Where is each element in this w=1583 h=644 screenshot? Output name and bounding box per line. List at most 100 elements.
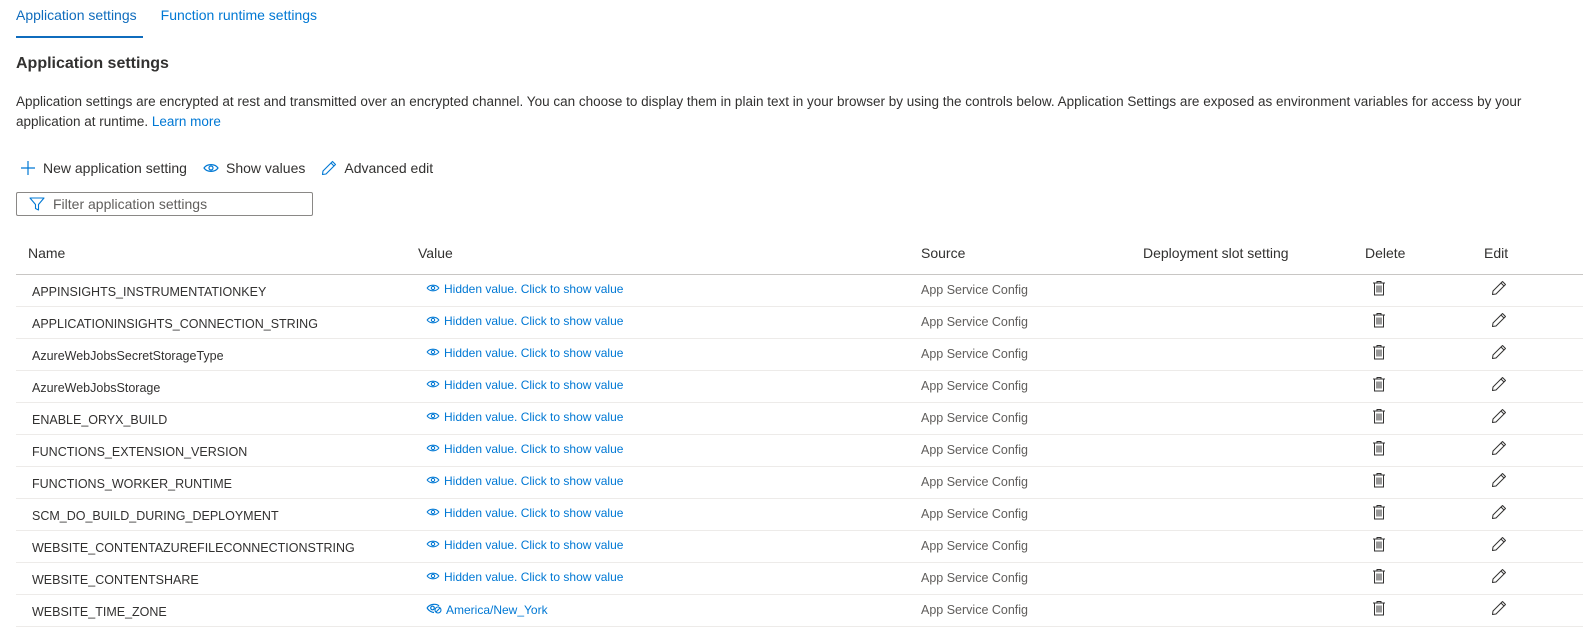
delete-button[interactable]: [1372, 376, 1386, 395]
setting-name: AzureWebJobsSecretStorageType: [32, 349, 224, 363]
setting-value-link[interactable]: Hidden value. Click to show value: [426, 474, 623, 488]
trash-icon: [1373, 441, 1385, 456]
setting-name: FUNCTIONS_EXTENSION_VERSION: [32, 445, 248, 459]
setting-source: App Service Config: [921, 475, 1029, 489]
section-title: Application settings: [16, 55, 169, 72]
setting-name: AzureWebJobsStorage: [32, 381, 161, 395]
pencil-icon: [1492, 281, 1506, 295]
setting-source: App Service Config: [921, 411, 1029, 425]
tab-function-runtime-settings[interactable]: Function runtime settings: [161, 0, 317, 37]
trash-icon: [1373, 409, 1385, 424]
table-row: APPINSIGHTS_INSTRUMENTATIONKEY Hidden va…: [16, 275, 1583, 307]
delete-button[interactable]: [1372, 536, 1386, 555]
edit-button[interactable]: [1491, 440, 1507, 459]
edit-button[interactable]: [1491, 280, 1507, 299]
edit-button[interactable]: [1491, 504, 1507, 523]
pencil-icon: [1492, 601, 1506, 615]
table-row: AzureWebJobsStorage Hidden value. Click …: [16, 371, 1583, 403]
table-row: SCM_DO_BUILD_DURING_DEPLOYMENT Hidden va…: [16, 499, 1583, 531]
eye-icon: [203, 164, 219, 172]
setting-value-link[interactable]: Hidden value. Click to show value: [426, 442, 623, 456]
setting-source: App Service Config: [921, 571, 1029, 585]
edit-button[interactable]: [1491, 600, 1507, 619]
setting-source: App Service Config: [921, 443, 1029, 457]
show-values-button[interactable]: Show values: [203, 160, 305, 176]
setting-value-link[interactable]: Hidden value. Click to show value: [426, 410, 623, 424]
table-header: Name Value Source Deployment slot settin…: [16, 236, 1583, 275]
edit-button[interactable]: [1491, 344, 1507, 363]
setting-value-link[interactable]: Hidden value. Click to show value: [426, 506, 623, 520]
delete-button[interactable]: [1372, 344, 1386, 363]
setting-value-link[interactable]: Hidden value. Click to show value: [426, 538, 623, 552]
setting-value-link[interactable]: Hidden value. Click to show value: [426, 282, 623, 296]
setting-name: APPINSIGHTS_INSTRUMENTATIONKEY: [32, 285, 267, 299]
setting-name: APPLICATIONINSIGHTS_CONNECTION_STRING: [32, 317, 318, 331]
edit-button[interactable]: [1491, 536, 1507, 555]
show-values-label: Show values: [225, 160, 306, 176]
edit-button[interactable]: [1491, 312, 1507, 331]
setting-value-text: Hidden value. Click to show value: [444, 378, 624, 392]
delete-button[interactable]: [1372, 312, 1386, 331]
setting-name: ENABLE_ORYX_BUILD: [32, 413, 168, 427]
eye-icon: [426, 474, 444, 488]
setting-source: App Service Config: [921, 347, 1029, 361]
setting-name: FUNCTIONS_WORKER_RUNTIME: [32, 477, 233, 491]
trash-icon: [1373, 313, 1385, 328]
trash-icon: [1373, 377, 1385, 392]
description-text: Application settings are encrypted at re…: [16, 94, 1522, 129]
new-application-setting-label: New application setting: [43, 160, 187, 176]
table-row: WEBSITE_TIME_ZONE America/New_York App S…: [16, 595, 1583, 627]
eye-icon: [426, 570, 444, 584]
header-deployment-slot-setting[interactable]: Deployment slot setting: [1143, 245, 1289, 261]
filter-input[interactable]: [53, 196, 293, 212]
advanced-edit-label: Advanced edit: [344, 160, 434, 176]
setting-name: SCM_DO_BUILD_DURING_DEPLOYMENT: [32, 509, 279, 523]
delete-button[interactable]: [1372, 280, 1386, 299]
header-value[interactable]: Value: [418, 245, 453, 261]
advanced-edit-button[interactable]: Advanced edit: [321, 160, 433, 176]
table-row: FUNCTIONS_WORKER_RUNTIME Hidden value. C…: [16, 467, 1583, 499]
setting-value-link[interactable]: Hidden value. Click to show value: [426, 570, 623, 584]
pencil-icon: [1492, 313, 1506, 327]
setting-source: App Service Config: [921, 539, 1029, 553]
header-delete: Delete: [1365, 245, 1406, 261]
delete-button[interactable]: [1372, 408, 1386, 427]
trash-icon: [1373, 473, 1385, 488]
setting-name: WEBSITE_CONTENTAZUREFILECONNECTIONSTRING: [32, 541, 355, 555]
setting-value-text: Hidden value. Click to show value: [444, 474, 624, 488]
edit-button[interactable]: [1491, 376, 1507, 395]
eye-icon: [426, 410, 444, 424]
setting-value-link[interactable]: America/New_York: [426, 602, 548, 617]
eye-icon: [426, 282, 444, 296]
tab-application-settings[interactable]: Application settings: [16, 0, 143, 38]
table-row: FUNCTIONS_EXTENSION_VERSION Hidden value…: [16, 435, 1583, 467]
setting-value-text: America/New_York: [446, 602, 548, 617]
header-source[interactable]: Source: [921, 245, 965, 261]
pencil-icon: [1492, 345, 1506, 359]
table-body: APPINSIGHTS_INSTRUMENTATIONKEY Hidden va…: [16, 275, 1583, 627]
setting-name: WEBSITE_CONTENTSHARE: [32, 573, 199, 587]
edit-button[interactable]: [1491, 472, 1507, 491]
trash-icon: [1373, 281, 1385, 296]
setting-value-link[interactable]: Hidden value. Click to show value: [426, 314, 623, 328]
table-row: ENABLE_ORYX_BUILD Hidden value. Click to…: [16, 403, 1583, 435]
table-row: WEBSITE_CONTENTSHARE Hidden value. Click…: [16, 563, 1583, 595]
app-settings-table: Name Value Source Deployment slot settin…: [16, 236, 1583, 627]
setting-value-text: Hidden value. Click to show value: [444, 346, 624, 360]
delete-button[interactable]: [1372, 472, 1386, 491]
delete-button[interactable]: [1372, 440, 1386, 459]
delete-button[interactable]: [1372, 600, 1386, 619]
setting-value-link[interactable]: Hidden value. Click to show value: [426, 378, 623, 392]
table-row: AzureWebJobsSecretStorageType Hidden val…: [16, 339, 1583, 371]
trash-icon: [1373, 569, 1385, 584]
setting-source: App Service Config: [921, 507, 1029, 521]
header-name[interactable]: Name: [28, 245, 65, 261]
pencil-icon: [1492, 441, 1506, 455]
learn-more-link[interactable]: Learn more: [152, 114, 221, 129]
edit-button[interactable]: [1491, 408, 1507, 427]
edit-button[interactable]: [1491, 568, 1507, 587]
delete-button[interactable]: [1372, 504, 1386, 523]
delete-button[interactable]: [1372, 568, 1386, 587]
setting-value-link[interactable]: Hidden value. Click to show value: [426, 346, 623, 360]
new-application-setting-button[interactable]: New application setting: [20, 160, 187, 176]
